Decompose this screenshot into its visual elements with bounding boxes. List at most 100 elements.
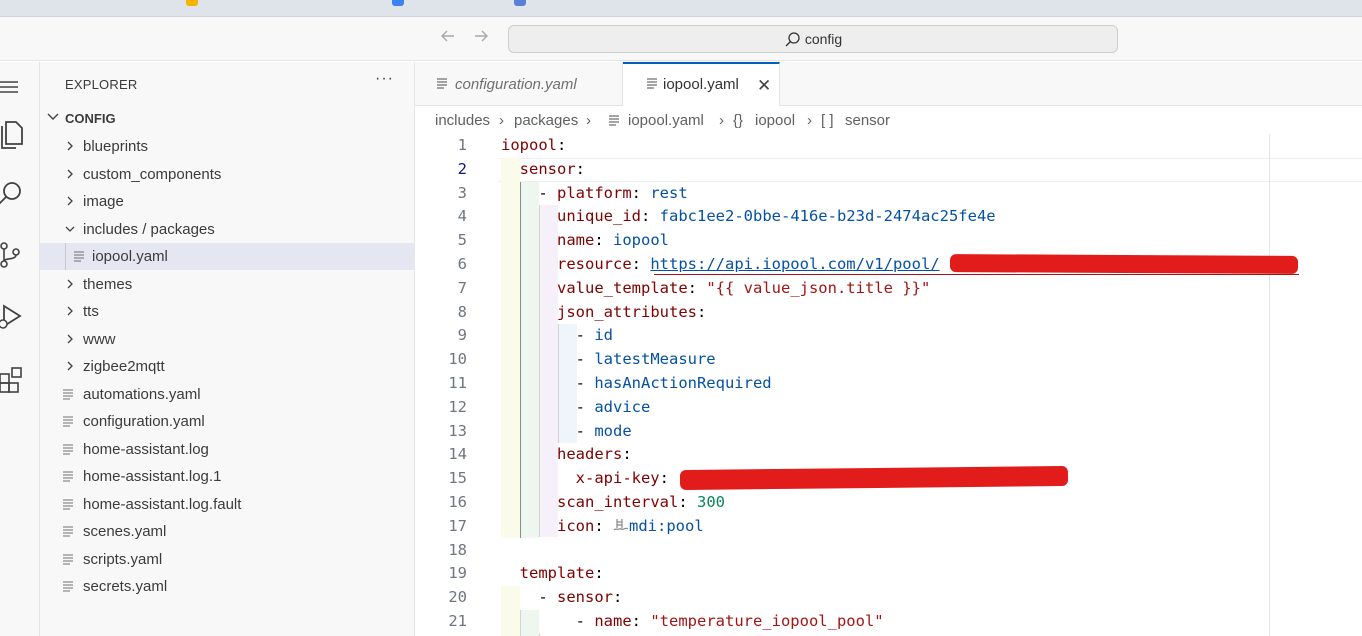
- code-line-17: icon: mdi:pool: [557, 516, 704, 535]
- code-line-12: - advice: [501, 397, 651, 416]
- root-folder-header[interactable]: CONFIG: [40, 108, 415, 130]
- forward-arrow-icon[interactable]: [470, 27, 492, 49]
- code-line-7: value_template: "{{ value_json.title }}": [557, 278, 931, 297]
- tree-item[interactable]: automations.yaml: [40, 381, 415, 408]
- command-center-search[interactable]: config: [508, 25, 1118, 53]
- menu-icon[interactable]: [0, 66, 40, 96]
- current-line-highlight: [498, 157, 1362, 182]
- code-line-15: x-api-key:: [575, 469, 669, 488]
- code-line-3: - platform: rest: [501, 183, 688, 202]
- tree-item[interactable]: scripts.yaml: [40, 546, 415, 573]
- tree-item[interactable]: custom_components: [40, 161, 415, 188]
- chevron-right-icon: [67, 169, 73, 178]
- editor-ruler: [1269, 134, 1270, 636]
- code-line-5: name: iopool: [557, 231, 669, 250]
- explorer-files-icon[interactable]: [0, 110, 40, 150]
- explorer-title: EXPLORER: [65, 77, 138, 92]
- tree-item-label: custom_components: [83, 165, 222, 183]
- code-line-16: scan_interval: 300: [557, 493, 725, 511]
- breadcrumb: includes › packages › iopool.yaml › {} i…: [415, 106, 1362, 134]
- tree-item-label: scripts.yaml: [83, 550, 163, 568]
- tree-item[interactable]: secrets.yaml: [40, 573, 415, 600]
- file-lines-icon: [63, 471, 73, 482]
- back-arrow-icon[interactable]: [437, 27, 459, 49]
- chevron-right-icon: [67, 334, 73, 343]
- tree-item-label: blueprints: [83, 138, 149, 155]
- file-lines-icon: [609, 115, 619, 126]
- line-number: 19: [448, 564, 467, 583]
- breadcrumb-item[interactable]: sensor: [845, 112, 890, 129]
- line-number: 18: [448, 540, 467, 559]
- line-number: 12: [448, 397, 467, 416]
- code-line-19: template:: [519, 564, 604, 583]
- line-number: 17: [448, 516, 467, 535]
- tree-item[interactable]: www: [40, 326, 415, 353]
- line-number: 14: [448, 445, 467, 464]
- file-lines-icon: [647, 78, 657, 89]
- more-actions-button[interactable]: ···: [375, 70, 394, 88]
- tree-item[interactable]: blueprints: [40, 133, 415, 160]
- tree-item-label: automations.yaml: [83, 385, 201, 403]
- chevron-right-icon: [67, 196, 73, 206]
- chevron-right-icon: ›: [586, 112, 591, 129]
- chevron-right-icon: ›: [499, 112, 504, 129]
- file-lines-icon: [63, 498, 73, 510]
- tree-item[interactable]: scenes.yaml: [40, 518, 415, 545]
- tree-item[interactable]: zigbee2mqtt: [40, 353, 415, 380]
- tree-item[interactable]: home-assistant.log.fault: [40, 491, 415, 518]
- chevron-right-icon: [67, 306, 73, 316]
- object-braces-icon: {}: [733, 112, 744, 129]
- activity-bar: [0, 62, 40, 636]
- file-lines-icon: [63, 526, 73, 537]
- file-lines-icon: [74, 251, 84, 262]
- tree-item[interactable]: image: [40, 188, 415, 215]
- tree-item[interactable]: includes / packages: [40, 216, 415, 243]
- code-line-9: - id: [501, 326, 613, 345]
- chevron-down-icon: [47, 113, 59, 120]
- redaction-mark: [949, 254, 1299, 274]
- breadcrumb-item[interactable]: includes: [435, 112, 490, 129]
- redaction-mark: [679, 465, 1069, 491]
- file-lines-icon: [63, 388, 73, 400]
- breadcrumb-item[interactable]: iopool.yaml: [628, 112, 704, 129]
- code-editor[interactable]: 1 2 3 4 5 6 7 8 9 10 11 12 13 14 15 16 17 18 19 20 21 iopool…: [415, 134, 1362, 636]
- tab-iopool-yaml[interactable]: iopool.yaml ✕: [623, 62, 780, 107]
- browser-top-strip: [0, 0, 1362, 17]
- tree-item-label: home-assistant.log.1: [83, 468, 222, 485]
- tree-item-label: tts: [83, 303, 99, 320]
- file-lines-icon: [437, 78, 447, 89]
- search-icon[interactable]: [0, 172, 40, 212]
- tree-item-label: scenes.yaml: [83, 523, 167, 540]
- tree-item[interactable]: home-assistant.log.1: [40, 463, 415, 490]
- tree-item-label: www: [83, 330, 116, 348]
- tree-item[interactable]: themes: [40, 271, 415, 298]
- tree-item[interactable]: configuration.yaml: [40, 408, 415, 435]
- tree-item[interactable]: iopool.yaml: [40, 243, 415, 270]
- tab-configuration-yaml[interactable]: configuration.yaml: [415, 62, 623, 106]
- code-line-14: headers:: [557, 445, 632, 464]
- extensions-icon[interactable]: [0, 354, 40, 394]
- line-number: 15: [448, 469, 467, 488]
- line-number: 13: [448, 421, 467, 440]
- tab-label: iopool.yaml: [663, 76, 739, 93]
- line-number: 1: [457, 136, 467, 154]
- tree-item[interactable]: home-assistant.log: [40, 436, 415, 463]
- file-lines-icon: [63, 581, 73, 592]
- tree-item[interactable]: tts: [40, 298, 415, 325]
- code-line-4: unique_id: fabc1ee2-0bbe-416e-b23d-2474a…: [557, 207, 996, 226]
- resource-url-link[interactable]: https://api.iopool.com/v1/pool/: [650, 255, 939, 273]
- root-folder-label: CONFIG: [65, 111, 116, 126]
- close-icon[interactable]: ✕: [757, 76, 771, 96]
- run-debug-icon[interactable]: [0, 294, 40, 334]
- command-center-text: config: [804, 31, 843, 47]
- breadcrumb-item[interactable]: packages: [514, 112, 578, 129]
- explorer-sidebar: EXPLORER ··· CONFIG blueprints custom_com…: [40, 62, 415, 636]
- file-lines-icon: [63, 553, 73, 565]
- breadcrumb-item[interactable]: iopool: [755, 112, 795, 129]
- source-control-icon[interactable]: [0, 232, 40, 272]
- chevron-right-icon: ›: [807, 112, 812, 129]
- tree-item-label: secrets.yaml: [83, 578, 168, 595]
- file-lines-icon: [63, 416, 73, 427]
- title-bar: config: [0, 17, 1362, 61]
- chevron-right-icon: ›: [719, 112, 724, 129]
